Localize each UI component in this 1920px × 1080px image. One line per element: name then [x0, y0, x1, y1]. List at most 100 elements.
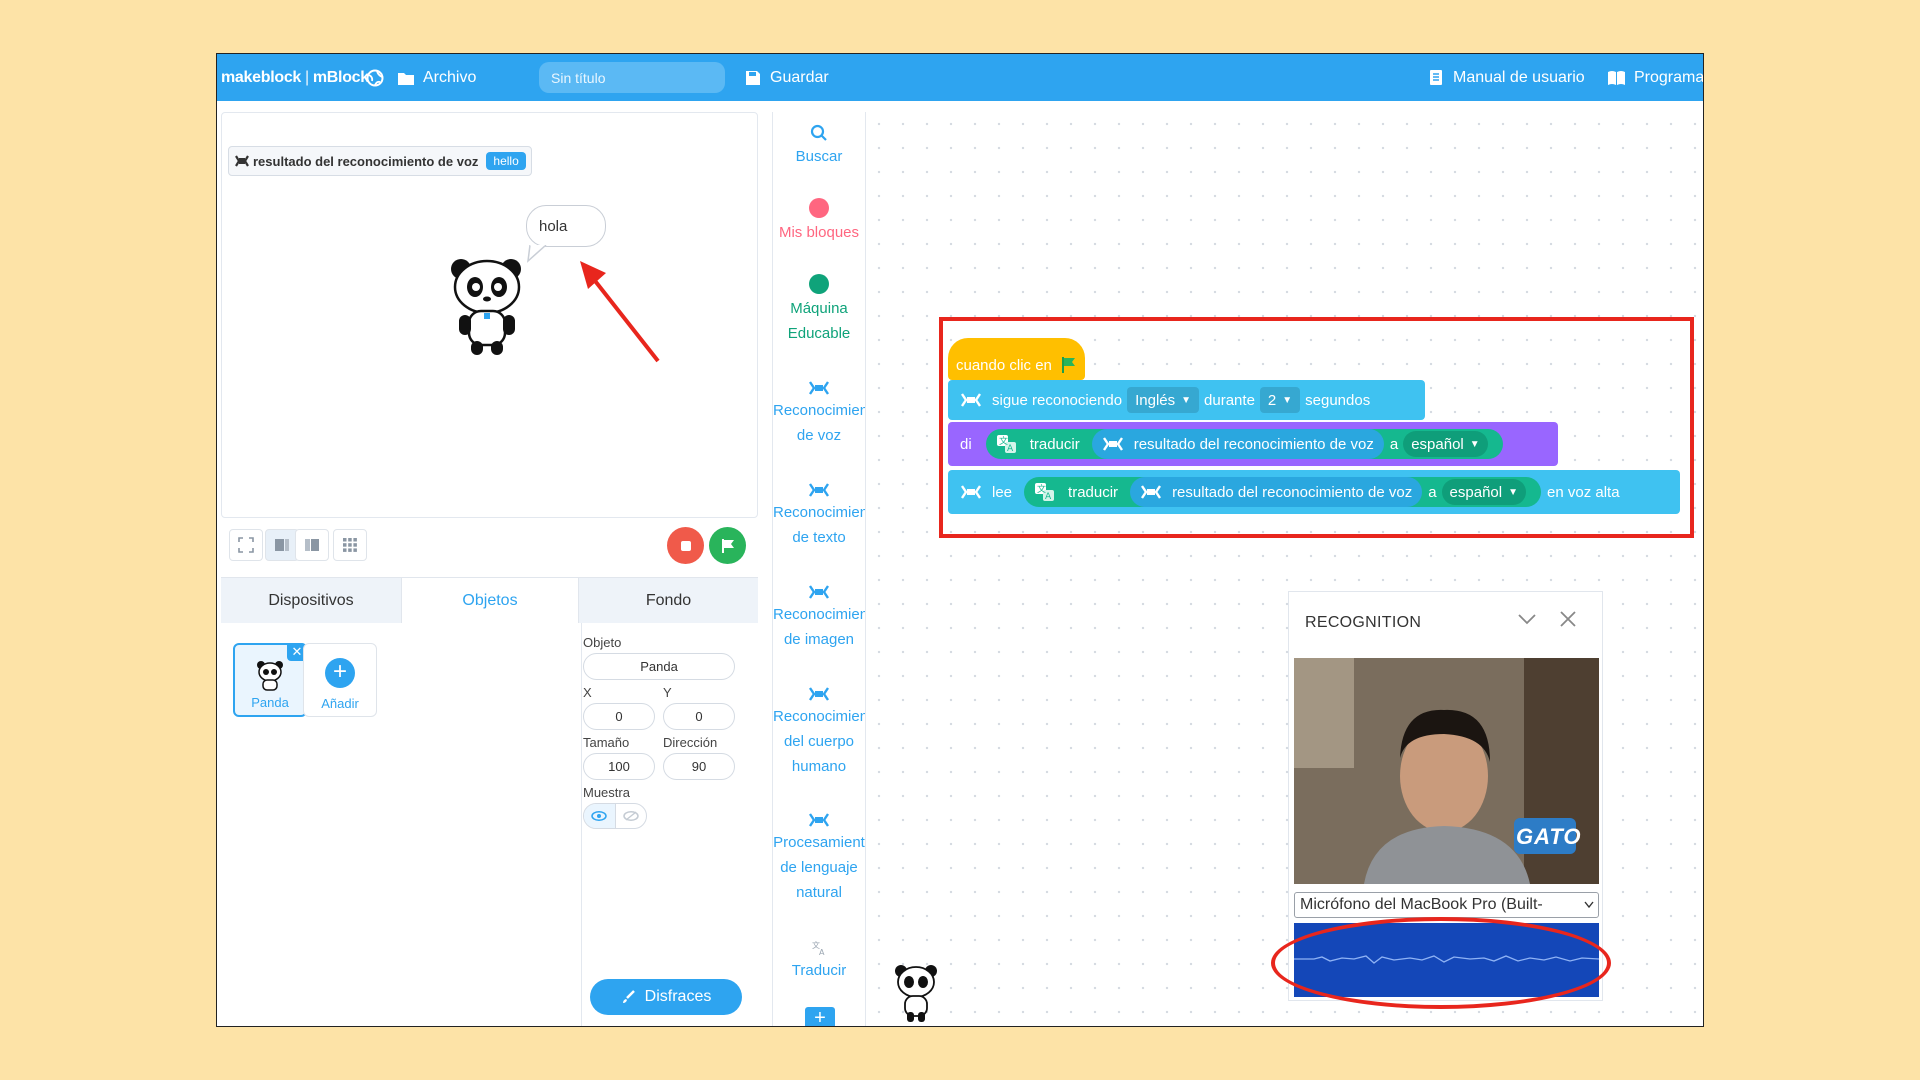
hide-eye-icon[interactable] [614, 804, 647, 828]
panda-thumbnail-icon [257, 661, 283, 691]
small-stage-button[interactable] [295, 529, 329, 561]
speech-bubble-tail [527, 245, 547, 263]
y-input[interactable]: 0 [663, 703, 735, 730]
stage-controls [221, 524, 758, 568]
brand-separator: | [305, 68, 309, 86]
image-recognition-icon [809, 585, 829, 599]
top-bar: makeblock | mBlock Archivo Sin título Gu… [217, 54, 1703, 101]
category-search[interactable]: Buscar [773, 124, 865, 169]
file-menu[interactable]: Archivo [397, 54, 476, 101]
translate-icon: 文A [812, 940, 825, 956]
category-translate-label: Traducir [791, 962, 847, 979]
sprite-card-panda[interactable]: Panda ✕ [233, 643, 307, 717]
x-input[interactable]: 0 [583, 703, 655, 730]
speech-bubble: hola [526, 205, 606, 247]
user-manual-link[interactable]: Manual de usuario [1429, 54, 1585, 101]
tab-devices[interactable]: Dispositivos [221, 578, 401, 624]
category-body-recognition[interactable]: Reconocimien del cuerpo humano [773, 686, 865, 779]
microphone-select-value: Micrófono del MacBook Pro (Built- [1300, 896, 1543, 913]
category-speech-line2: de voz [796, 427, 842, 444]
grid-view-button[interactable] [333, 529, 367, 561]
show-eye-icon[interactable] [584, 804, 615, 828]
category-body-line2: del cuerpo [783, 733, 855, 750]
sprite-list: Panda ✕ + Añadir [221, 623, 582, 1026]
add-extension-button[interactable]: + [805, 1007, 835, 1026]
category-text-line2: de texto [792, 529, 846, 546]
save-label: Guardar [770, 68, 829, 86]
svg-text:A: A [819, 948, 825, 956]
tab-backdrop[interactable]: Fondo [579, 578, 758, 624]
save-icon [746, 70, 760, 85]
programs-link[interactable]: Programa [1607, 54, 1704, 101]
book-icon [1608, 70, 1625, 85]
add-sprite-button[interactable]: + Añadir [303, 643, 377, 717]
category-nlp-line1: Procesamient [773, 834, 865, 851]
stage[interactable]: resultado del reconocimiento de voz hell… [221, 112, 758, 518]
brand-logo: makeblock | mBlock [221, 54, 369, 101]
fullscreen-button[interactable] [229, 529, 263, 561]
recognition-title: RECOGNITION [1305, 614, 1422, 631]
save-button[interactable]: Guardar [745, 54, 829, 101]
direction-input[interactable]: 90 [663, 753, 735, 780]
fullscreen-icon [238, 537, 254, 553]
category-teachable-line2: Educable [787, 325, 851, 342]
category-body-line1: Reconocimien [773, 708, 866, 725]
category-body-line3: humano [791, 758, 847, 775]
annotation-arrow [580, 261, 660, 363]
category-nlp[interactable]: Procesamient de lenguaje natural [773, 812, 865, 905]
small-stage-icon [305, 539, 319, 551]
folder-icon [398, 72, 414, 85]
category-my-blocks-label: Mis bloques [778, 224, 860, 241]
category-speech-recognition[interactable]: Reconocimien de voz [773, 380, 865, 448]
x-label: X [583, 685, 592, 700]
manual-icon [1430, 70, 1442, 85]
block-categories: Buscar Mis bloques Máquina Educable Reco… [772, 112, 866, 1026]
speech-recognition-icon [235, 155, 249, 167]
variable-monitor: resultado del reconocimiento de voz hell… [228, 146, 532, 176]
object-label: Objeto [583, 635, 622, 650]
grid-icon [343, 538, 357, 552]
programs-label: Programa [1634, 68, 1704, 86]
search-icon [810, 124, 827, 141]
stop-button[interactable] [667, 527, 704, 564]
tab-sprites[interactable]: Objetos [401, 578, 579, 624]
language-globe-icon[interactable] [365, 54, 385, 101]
category-text-line1: Reconocimien [773, 504, 866, 521]
category-speech-line1: Reconocimien [773, 402, 866, 419]
category-nlp-line3: natural [796, 884, 842, 901]
monitor-label: resultado del reconocimiento de voz [253, 153, 479, 169]
costumes-label: Disfraces [644, 988, 712, 1005]
body-recognition-icon [809, 687, 829, 701]
category-translate[interactable]: 文A Traducir [773, 940, 865, 983]
collapse-chevron-icon[interactable] [1517, 612, 1537, 626]
teachable-machine-dot-icon [809, 274, 829, 294]
brand-mblock: mBlock [312, 68, 369, 86]
costumes-button[interactable]: Disfraces [590, 979, 742, 1015]
category-teachable-machine[interactable]: Máquina Educable [773, 274, 865, 346]
close-icon[interactable] [1559, 610, 1577, 628]
sprite-properties: Objeto Panda X Y 0 0 Tamaño Dirección 10… [583, 623, 758, 1026]
microphone-select[interactable]: Micrófono del MacBook Pro (Built- [1294, 892, 1599, 918]
large-stage-button[interactable] [265, 529, 299, 561]
panda-sprite[interactable] [447, 253, 527, 361]
camera-preview: GATO [1294, 658, 1599, 884]
my-blocks-dot-icon [809, 198, 829, 218]
direction-label: Dirección [663, 735, 718, 750]
user-manual-label: Manual de usuario [1453, 68, 1585, 86]
size-input[interactable]: 100 [583, 753, 655, 780]
green-flag-button[interactable] [709, 527, 746, 564]
green-flag-icon [721, 538, 734, 553]
category-my-blocks[interactable]: Mis bloques [773, 198, 865, 245]
category-search-label: Buscar [795, 148, 843, 165]
brush-icon [622, 990, 635, 1003]
project-title-input[interactable]: Sin título [539, 62, 725, 93]
visibility-toggle[interactable] [583, 803, 647, 829]
category-image-recognition[interactable]: Reconocimien de imagen [773, 584, 865, 652]
category-text-recognition[interactable]: Reconocimien de texto [773, 482, 865, 550]
brand-makeblock: makeblock [221, 68, 302, 86]
text-recognition-icon [809, 483, 829, 497]
object-name-input[interactable]: Panda [583, 653, 735, 680]
speech-recognition-icon [809, 381, 829, 395]
file-menu-label: Archivo [423, 68, 477, 86]
size-label: Tamaño [583, 735, 630, 750]
